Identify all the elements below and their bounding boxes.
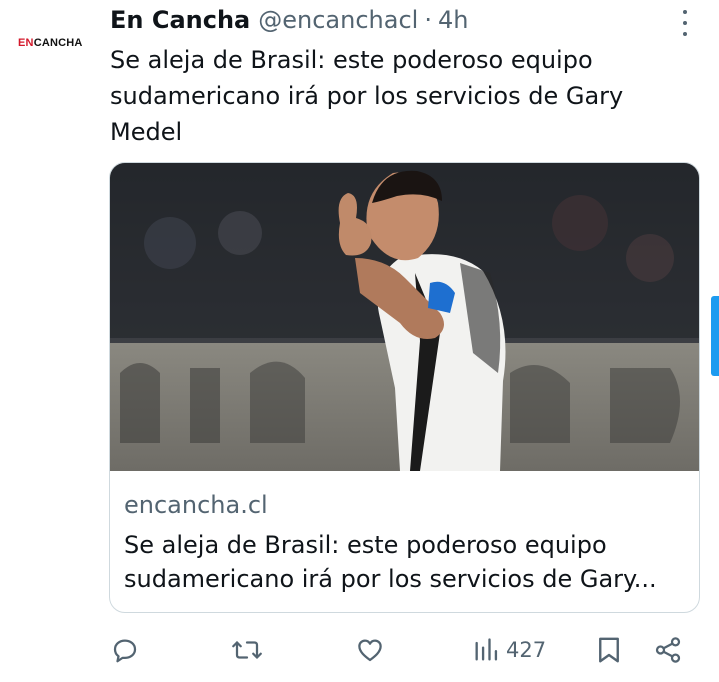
like-icon — [358, 639, 382, 662]
separator-dot: · — [424, 6, 432, 34]
author-name[interactable]: En Cancha — [110, 6, 250, 34]
more-options-icon[interactable] — [676, 10, 694, 36]
card-title: Se aleja de Brasil: este poderoso equipo… — [124, 531, 657, 593]
bookmark-icon — [599, 637, 619, 663]
link-preview-card[interactable]: encancha.cl Se aleja de Brasil: este pod… — [109, 162, 700, 613]
author-handle[interactable]: @encanchacl — [258, 6, 418, 34]
reply-icon — [113, 639, 137, 663]
bookmark-button[interactable] — [596, 628, 622, 672]
tweet-timestamp[interactable]: 4h — [438, 6, 468, 34]
like-button[interactable] — [355, 628, 385, 672]
scrollbar-thumb[interactable] — [711, 296, 719, 376]
retweet-button[interactable] — [230, 628, 264, 672]
views-button[interactable]: 427 — [472, 628, 546, 672]
share-icon — [655, 637, 681, 663]
tweet-actions-bar: 427 — [110, 628, 690, 672]
article-photo — [110, 163, 699, 471]
views-icon — [475, 638, 498, 661]
logo-text-en: EN — [18, 37, 34, 49]
author-avatar-logo[interactable]: EN CANCHA — [18, 28, 98, 58]
retweet-icon — [232, 641, 262, 659]
share-button[interactable] — [653, 628, 683, 672]
views-count: 427 — [506, 638, 547, 662]
tweet-text: Se aleja de Brasil: este poderoso equipo… — [110, 46, 624, 146]
tweet-header: En Cancha @encanchacl · 4h — [110, 2, 468, 38]
logo-text-cancha: CANCHA — [33, 37, 83, 49]
reply-button[interactable] — [110, 628, 140, 672]
card-domain: encancha.cl — [124, 491, 268, 519]
